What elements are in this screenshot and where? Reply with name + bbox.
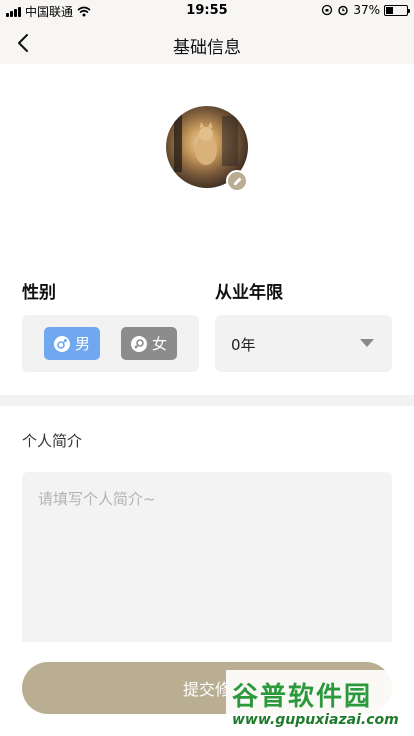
gender-male-button[interactable]: 男 [44, 327, 100, 360]
gender-selector: 男 女 [22, 315, 199, 372]
alarm-icon [338, 5, 349, 16]
section-divider [0, 395, 414, 406]
edit-avatar-button[interactable] [226, 170, 248, 192]
status-bar: 中国联通 19:55 37% [0, 0, 414, 22]
caret-down-icon [360, 339, 374, 347]
avatar-section [166, 106, 248, 192]
page-title: 基础信息 [173, 38, 241, 58]
battery-icon [384, 4, 410, 16]
experience-select[interactable]: 0年 [215, 315, 392, 372]
bio-label: 个人简介 [22, 432, 83, 450]
battery-percent: 37% [353, 3, 380, 17]
female-icon [130, 335, 147, 352]
experience-label: 从业年限 [215, 283, 283, 303]
nav-bar: 基础信息 [0, 22, 414, 64]
rotation-lock-icon [322, 4, 333, 16]
status-right: 37% [321, 3, 410, 17]
watermark-logo: 谷普软件园 www.gupuxiazai.com [226, 670, 414, 736]
gender-female-label: 女 [151, 335, 167, 353]
gender-male-label: 男 [74, 335, 90, 353]
experience-value: 0年 [231, 336, 256, 354]
submit-label: 提交修 [182, 680, 231, 699]
watermark-url: www.gupuxiazai.com [232, 712, 399, 728]
watermark-brand: 谷普软件园 [232, 682, 373, 712]
pencil-icon [233, 177, 241, 185]
gender-female-button[interactable]: 女 [121, 327, 177, 360]
male-icon [53, 335, 70, 352]
bio-input[interactable] [22, 472, 392, 642]
gender-label: 性别 [22, 283, 56, 303]
